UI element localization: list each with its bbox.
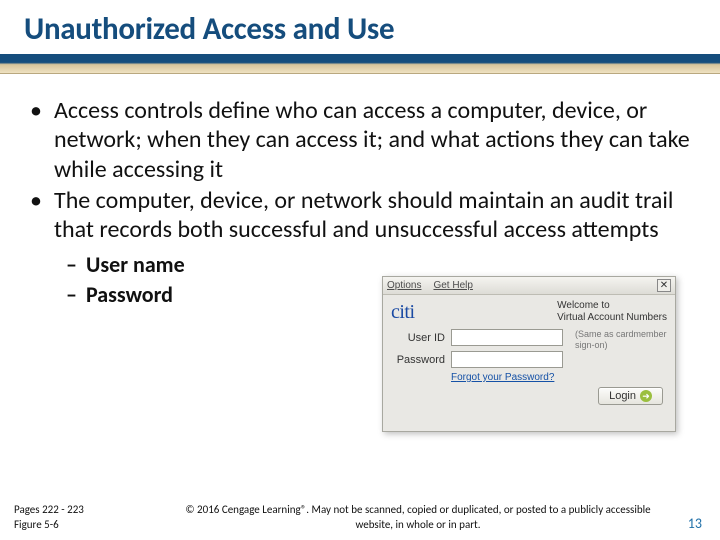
login-titlebar: Options Get Help ✕ bbox=[383, 277, 675, 295]
bullet-dot-icon: • bbox=[30, 96, 54, 184]
arrow-icon: ➜ bbox=[640, 390, 652, 402]
password-input[interactable] bbox=[451, 351, 563, 368]
welcome-line-1: Welcome to bbox=[557, 300, 667, 312]
bullet-1: • Access controls define who can access … bbox=[30, 96, 690, 184]
page-reference: Pages 222 - 223 Figure 5-6 bbox=[14, 503, 174, 532]
decorative-bar bbox=[0, 54, 720, 74]
welcome-line-2: Virtual Account Numbers bbox=[557, 312, 667, 324]
copyright-text: © 2016 Cengage Learning®. May not be sca… bbox=[174, 503, 662, 532]
login-button-label: Login bbox=[609, 390, 636, 402]
login-button[interactable]: Login ➜ bbox=[598, 387, 663, 405]
dash-icon: – bbox=[66, 280, 86, 310]
close-icon: ✕ bbox=[660, 281, 668, 291]
logo-text: citi bbox=[391, 301, 415, 323]
bullet-text: Access controls define who can access a … bbox=[54, 96, 690, 184]
form-row: User ID Password (Same as cardmember sig… bbox=[383, 325, 675, 368]
bullet-text: The computer, device, or network should … bbox=[54, 186, 690, 245]
options-link[interactable]: Options bbox=[387, 280, 421, 291]
userid-label: User ID bbox=[391, 332, 447, 344]
slide-number: 13 bbox=[662, 515, 702, 532]
pages-line-1: Pages 222 - 223 bbox=[14, 503, 174, 517]
bullet-2: • The computer, device, or network shoul… bbox=[30, 186, 690, 245]
forgot-password-link[interactable]: Forgot your Password? bbox=[451, 372, 675, 383]
login-window: Options Get Help ✕ citi Welcome to Virtu… bbox=[382, 276, 676, 432]
form-fields: User ID Password bbox=[391, 329, 563, 368]
footer: Pages 222 - 223 Figure 5-6 © 2016 Cengag… bbox=[0, 503, 720, 532]
bullet-dot-icon: • bbox=[30, 186, 54, 245]
password-label: Password bbox=[391, 354, 447, 366]
userid-input[interactable] bbox=[451, 329, 563, 346]
sidenote-text: (Same as cardmember sign-on) bbox=[575, 329, 667, 368]
citi-logo: citi bbox=[391, 301, 415, 324]
sub-text: Password bbox=[86, 280, 173, 310]
brand-row: citi Welcome to Virtual Account Numbers bbox=[383, 295, 675, 325]
login-button-row: Login ➜ bbox=[383, 383, 675, 411]
content-area: • Access controls define who can access … bbox=[0, 74, 720, 310]
pages-line-2: Figure 5-6 bbox=[14, 518, 174, 532]
titlebar-tabs: Options Get Help bbox=[387, 280, 473, 291]
dash-icon: – bbox=[66, 250, 86, 280]
gethelp-link[interactable]: Get Help bbox=[433, 280, 472, 291]
slide-title: Unauthorized Access and Use bbox=[24, 10, 700, 48]
title-area: Unauthorized Access and Use bbox=[0, 0, 720, 48]
close-button[interactable]: ✕ bbox=[657, 279, 671, 292]
sub-text: User name bbox=[86, 250, 185, 280]
welcome-text: Welcome to Virtual Account Numbers bbox=[557, 300, 667, 324]
slide: Unauthorized Access and Use • Access con… bbox=[0, 0, 720, 540]
